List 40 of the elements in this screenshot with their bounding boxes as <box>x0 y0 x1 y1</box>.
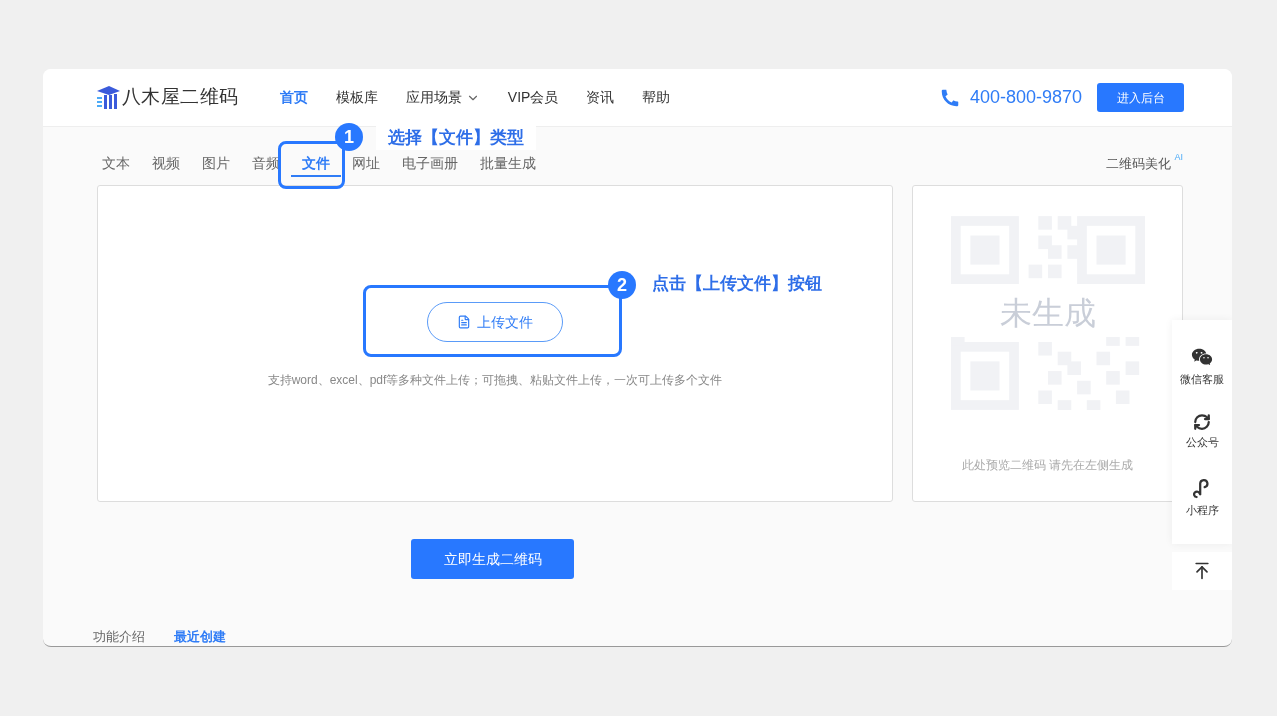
link-loop-icon <box>1193 476 1211 499</box>
backend-button[interactable]: 进入后台 <box>1097 83 1184 112</box>
side-toolbar-label: 微信客服 <box>1180 371 1224 387</box>
type-tab[interactable]: 图片 <box>191 152 241 177</box>
type-tab[interactable]: 网址 <box>341 152 391 177</box>
preview-hint: 此处预览二维码 请先在左侧生成 <box>961 457 1134 474</box>
type-tab[interactable]: 电子画册 <box>391 152 469 177</box>
logo-text: 八木屋二维码 <box>122 85 239 110</box>
nav-link[interactable]: 应用场景 <box>405 87 480 108</box>
upload-hint: 支持word、excel、pdf等多种文件上传；可拖拽、粘贴文件上传，一次可上传多个文件 <box>267 372 723 389</box>
logo-icon <box>95 84 121 111</box>
side-toolbar-item[interactable]: 小程序 <box>1185 476 1219 519</box>
type-tab[interactable]: 文本 <box>91 152 141 177</box>
nav-link[interactable]: 模板库 <box>335 87 378 108</box>
callout-label: 选择【文件】类型 <box>376 126 536 150</box>
circular-arrows-icon <box>1193 413 1211 432</box>
type-tab[interactable]: 视频 <box>141 152 191 177</box>
beautify-label: 二维码美化 <box>1106 154 1172 173</box>
nav-link[interactable]: 首页 <box>279 87 308 108</box>
phone-number: 400-800-9870 <box>969 86 1082 109</box>
type-tab[interactable]: 音频 <box>241 152 291 177</box>
beautify-link[interactable]: 二维码美化 AI <box>1106 153 1183 177</box>
nav-link[interactable]: 帮助 <box>642 87 671 108</box>
ai-label: AI <box>1174 150 1183 164</box>
nav-link[interactable]: VIP会员 <box>507 87 559 108</box>
section-tab[interactable]: 最近创建 <box>174 627 226 646</box>
callout-label: 点击【上传文件】按钮 <box>652 273 822 296</box>
side-toolbar-label: 小程序 <box>1185 502 1219 518</box>
type-tab[interactable]: 文件 <box>291 152 341 177</box>
side-toolbar-item[interactable]: 公众号 <box>1185 413 1219 451</box>
side-toolbar-label: 公众号 <box>1185 435 1219 451</box>
side-toolbar-item[interactable]: 微信客服 <box>1180 345 1224 388</box>
nav-link[interactable]: 资讯 <box>586 87 615 108</box>
section-tab[interactable]: 功能介绍 <box>93 627 145 646</box>
generate-qr-button[interactable]: 立即生成二维码 <box>411 539 574 579</box>
document-icon <box>457 315 471 329</box>
step-badge: 1 <box>335 123 363 151</box>
type-tab[interactable]: 批量生成 <box>469 152 547 177</box>
back-to-top-button[interactable] <box>1172 552 1232 590</box>
arrow-up-to-line-icon <box>1192 561 1212 581</box>
